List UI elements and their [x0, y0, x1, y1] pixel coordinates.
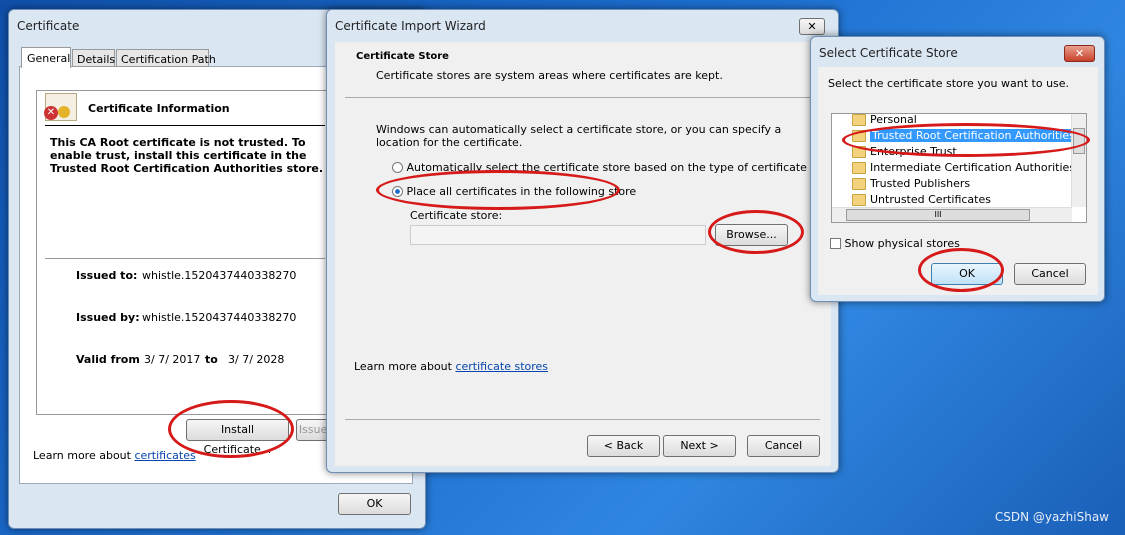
- learn-more-text: Learn more about certificate stores: [354, 360, 549, 373]
- valid-to-label: to: [205, 353, 218, 366]
- trust-warning: This CA Root certificate is not trusted.…: [50, 136, 324, 175]
- store-item[interactable]: Intermediate Certification Authorities: [832, 160, 1076, 176]
- valid-to-value: 3/ 7/ 2028: [228, 353, 285, 366]
- issued-to-value: whistle.1520437440338270: [142, 269, 297, 282]
- close-icon: ✕: [807, 20, 817, 33]
- window-title: Certificate: [17, 19, 80, 33]
- wizard-subheading: Certificate stores are system areas wher…: [376, 69, 723, 82]
- certificate-error-icon: ✕: [44, 93, 77, 121]
- folder-icon: [852, 194, 866, 206]
- wizard-description: Windows can automatically select a certi…: [376, 123, 782, 149]
- store-item[interactable]: Enterprise Trust: [832, 144, 1072, 160]
- auto-store-radio[interactable]: Automatically select the certificate sto…: [392, 161, 807, 174]
- window-title: Certificate Import Wizard: [335, 19, 486, 33]
- browse-button[interactable]: Browse...: [715, 224, 788, 246]
- folder-icon: [852, 146, 866, 158]
- next-button[interactable]: Next >: [663, 435, 736, 457]
- learn-more-text: Learn more about certificates: [33, 449, 196, 462]
- issued-by-value: whistle.1520437440338270: [142, 311, 297, 324]
- tab-details[interactable]: Details: [72, 49, 115, 67]
- cancel-button[interactable]: Cancel: [747, 435, 820, 457]
- store-tree[interactable]: Personal Trusted Root Certification Autho…: [831, 113, 1087, 223]
- wizard-heading: Certificate Store: [356, 51, 449, 62]
- store-item[interactable]: Trusted Root Certification Authorities: [832, 128, 1077, 144]
- import-wizard-window: Certificate Import Wizard ✕ Certificate …: [326, 9, 839, 473]
- certificate-store-field[interactable]: [410, 225, 706, 245]
- certificate-stores-link[interactable]: certificate stores: [455, 360, 548, 373]
- watermark: CSDN @yazhiShaw: [994, 510, 1109, 524]
- tab-certification-path[interactable]: Certification Path: [116, 49, 216, 67]
- store-label: Trusted Publishers: [870, 177, 971, 190]
- close-icon: ✕: [1074, 47, 1085, 60]
- folder-icon: [852, 114, 866, 126]
- store-label: Certificate store:: [410, 209, 503, 222]
- show-physical-stores-checkbox[interactable]: Show physical stores: [830, 237, 960, 250]
- horizontal-scrollbar[interactable]: III: [832, 207, 1072, 222]
- store-item[interactable]: Trusted Publishers: [832, 176, 1072, 192]
- certificates-link[interactable]: certificates: [134, 449, 195, 462]
- issued-by-label: Issued by:: [76, 311, 140, 324]
- valid-from-label: Valid from: [76, 353, 140, 366]
- ok-button[interactable]: OK: [338, 493, 411, 515]
- store-item[interactable]: Personal: [832, 113, 1072, 128]
- folder-icon: [852, 162, 866, 174]
- folder-icon: [852, 130, 866, 142]
- issued-to-label: Issued to:: [76, 269, 138, 282]
- back-button[interactable]: < Back: [587, 435, 660, 457]
- vertical-scrollbar[interactable]: [1071, 114, 1086, 207]
- tab-general[interactable]: General: [21, 47, 71, 68]
- select-store-dialog: Select Certificate Store ✕ Select the ce…: [810, 36, 1105, 302]
- select-prompt: Select the certificate store you want to…: [828, 77, 1070, 90]
- valid-from-value: 3/ 7/ 2017: [144, 353, 201, 366]
- manual-store-radio[interactable]: Place all certificates in the following …: [392, 185, 636, 198]
- ok-button[interactable]: OK: [931, 263, 1003, 285]
- store-label: Enterprise Trust: [870, 145, 957, 158]
- cancel-button[interactable]: Cancel: [1014, 263, 1086, 285]
- install-certificate-button[interactable]: Install Certificate...: [186, 419, 289, 456]
- store-label: Personal: [870, 113, 917, 126]
- store-label: Untrusted Certificates: [870, 193, 991, 206]
- info-heading: Certificate Information: [88, 102, 230, 115]
- window-title: Select Certificate Store: [819, 46, 958, 60]
- close-button[interactable]: ✕: [799, 18, 825, 35]
- store-label: Trusted Root Certification Authorities: [870, 129, 1077, 142]
- folder-icon: [852, 178, 866, 190]
- store-item[interactable]: Untrusted Certificates: [832, 192, 1072, 208]
- store-label: Intermediate Certification Authorities: [870, 161, 1076, 174]
- close-button[interactable]: ✕: [1064, 45, 1095, 62]
